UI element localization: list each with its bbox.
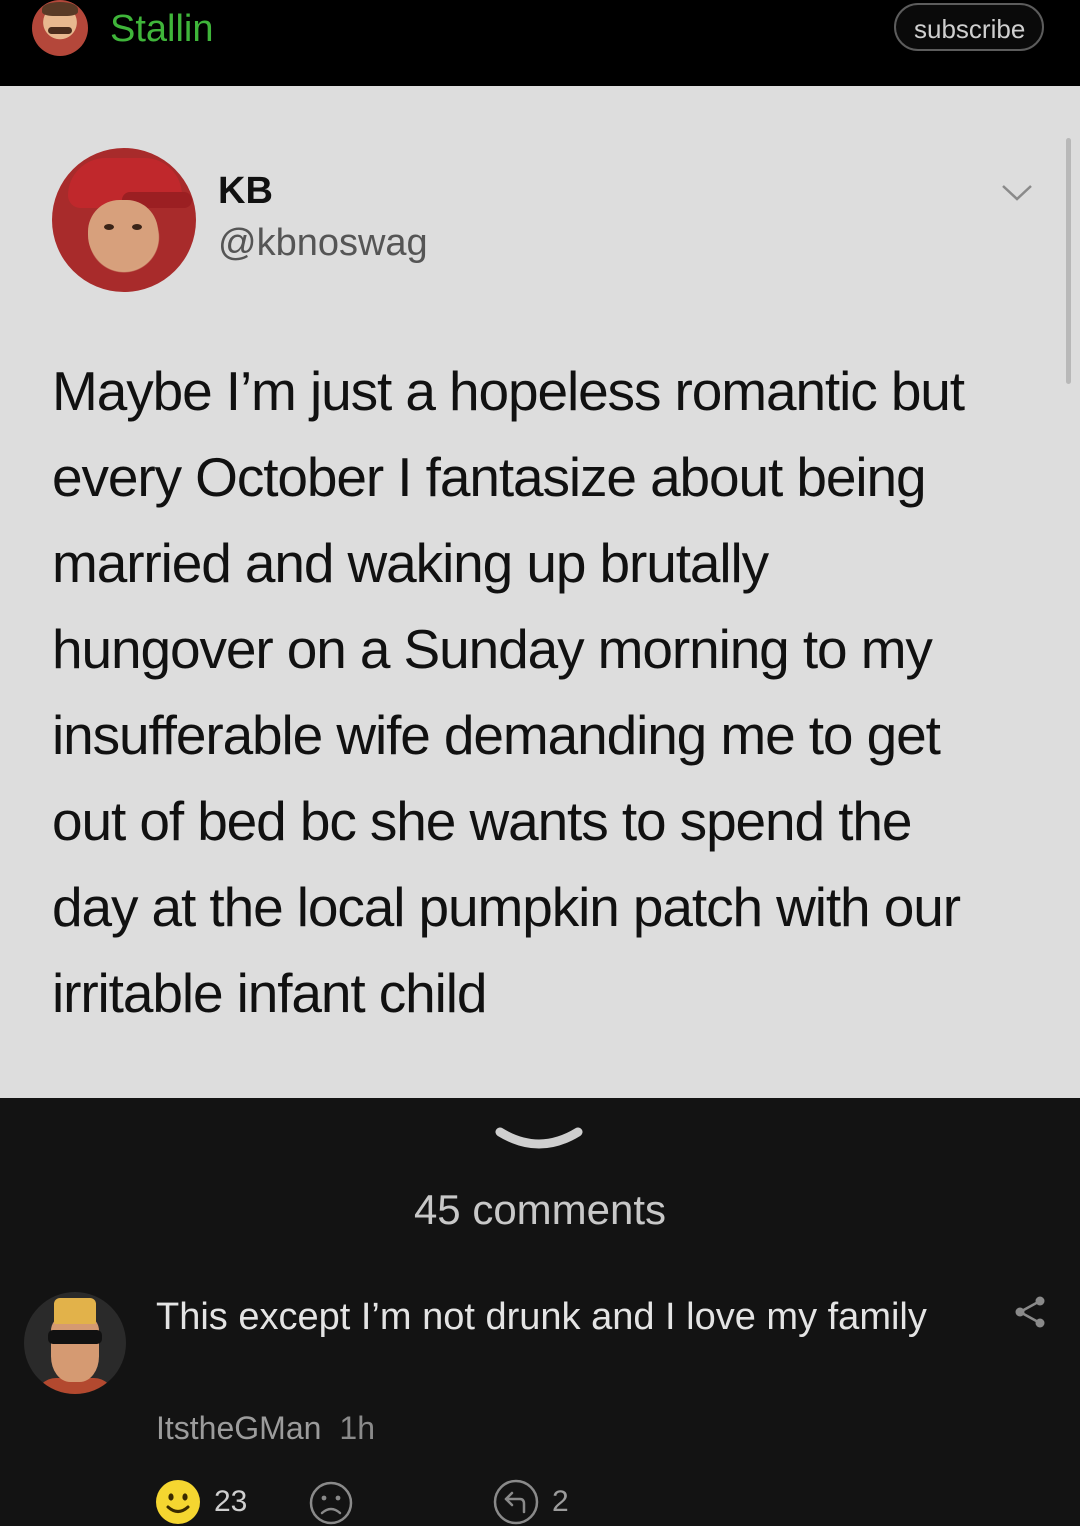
comment-meta: ItstheGMan 1h bbox=[156, 1406, 375, 1450]
comment-text: This except I’m not drunk and I love my … bbox=[156, 1296, 927, 1338]
tweet-text-line: hungover on a Sunday morning to my bbox=[52, 618, 933, 680]
tweet-author-name: KB bbox=[218, 170, 273, 212]
tweet-text-line: out of bed bc she wants to spend the bbox=[52, 790, 912, 852]
collapse-chevron-icon[interactable] bbox=[494, 1122, 584, 1158]
upvote-count: 23 bbox=[214, 1485, 248, 1518]
tweet-text-line: irritable infant child bbox=[52, 962, 487, 1024]
share-icon[interactable] bbox=[1012, 1294, 1048, 1330]
channel-name[interactable]: Stallin bbox=[110, 6, 214, 52]
top-bar: Stallin subscribe bbox=[0, 0, 1080, 86]
tweet-text-line: married and waking up brutally bbox=[52, 532, 769, 594]
tweet-author-handle: @kbnoswag bbox=[218, 222, 428, 264]
chevron-down-icon bbox=[1002, 185, 1032, 201]
smile-icon[interactable] bbox=[154, 1478, 202, 1526]
comment-time: 1h bbox=[339, 1410, 375, 1446]
tweet-text-line: day at the local pumpkin patch with our bbox=[52, 876, 961, 938]
comment-author[interactable]: ItstheGMan bbox=[156, 1410, 321, 1446]
frown-icon[interactable] bbox=[308, 1480, 354, 1526]
tweet-author-avatar bbox=[52, 148, 196, 292]
commenter-avatar[interactable] bbox=[24, 1292, 126, 1394]
scroll-indicator[interactable] bbox=[1066, 138, 1071, 384]
tweet-text-line: insufferable wife demanding me to get bbox=[52, 704, 941, 766]
tweet-text: Maybe I’m just a hopeless romantic but e… bbox=[52, 348, 1032, 1036]
tweet-text-line: every October I fantasize about being bbox=[52, 446, 927, 508]
comments-count: 45 comments bbox=[413, 1186, 667, 1233]
subscribe-button[interactable]: subscribe bbox=[894, 3, 1044, 51]
tweet-text-line: Maybe I’m just a hopeless romantic but bbox=[52, 360, 965, 422]
reply-count: 2 bbox=[552, 1485, 569, 1518]
channel-avatar[interactable] bbox=[32, 0, 88, 56]
reply-icon[interactable] bbox=[492, 1478, 540, 1526]
